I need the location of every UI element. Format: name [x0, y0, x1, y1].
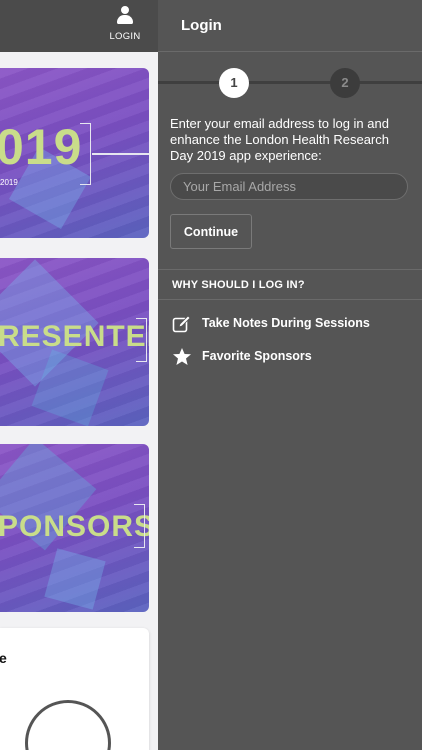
- benefit-label: Favorite Sponsors: [202, 349, 312, 363]
- email-input[interactable]: [170, 173, 408, 200]
- card-title: 019: [0, 119, 83, 175]
- bracket-decoration: [134, 504, 145, 548]
- step-track: [158, 81, 422, 84]
- bracket-decoration: [136, 318, 147, 362]
- edit-icon: [172, 314, 192, 334]
- bracket-line: [92, 153, 149, 155]
- circle-graphic: [25, 700, 111, 750]
- card-subtitle: 2019: [0, 178, 18, 187]
- event-banner-card[interactable]: 019 2019: [0, 68, 149, 238]
- step-1: 1: [219, 68, 249, 98]
- intro-text: Enter your email address to log in and e…: [170, 116, 389, 163]
- user-icon: [117, 6, 133, 24]
- step-indicator: 1 2: [158, 68, 422, 98]
- step-2: 2: [330, 68, 360, 98]
- continue-button[interactable]: Continue: [170, 214, 252, 249]
- bracket-decoration: [80, 123, 91, 185]
- why-heading: WHY SHOULD I LOG IN?: [172, 279, 305, 291]
- panel-title: Login: [181, 17, 222, 34]
- panel-header: Login: [158, 0, 422, 52]
- login-label: LOGIN: [109, 31, 141, 42]
- card-title: e: [0, 650, 7, 666]
- star-icon: [172, 347, 192, 367]
- background-app: LOGIN 019 2019 RESENTERS PONSORS e: [0, 0, 158, 750]
- login-panel: Login 1 2 Enter your email address to lo…: [158, 0, 422, 750]
- partial-card[interactable]: e: [0, 628, 149, 750]
- login-button[interactable]: LOGIN: [106, 6, 144, 46]
- card-title: PONSORS: [0, 510, 149, 543]
- top-bar: LOGIN: [0, 0, 158, 52]
- why-login-section: WHY SHOULD I LOG IN?: [158, 269, 422, 300]
- sponsors-card[interactable]: PONSORS: [0, 444, 149, 612]
- presenters-card[interactable]: RESENTERS: [0, 258, 149, 426]
- card-title: RESENTERS: [0, 320, 149, 353]
- benefit-label: Take Notes During Sessions: [202, 316, 370, 330]
